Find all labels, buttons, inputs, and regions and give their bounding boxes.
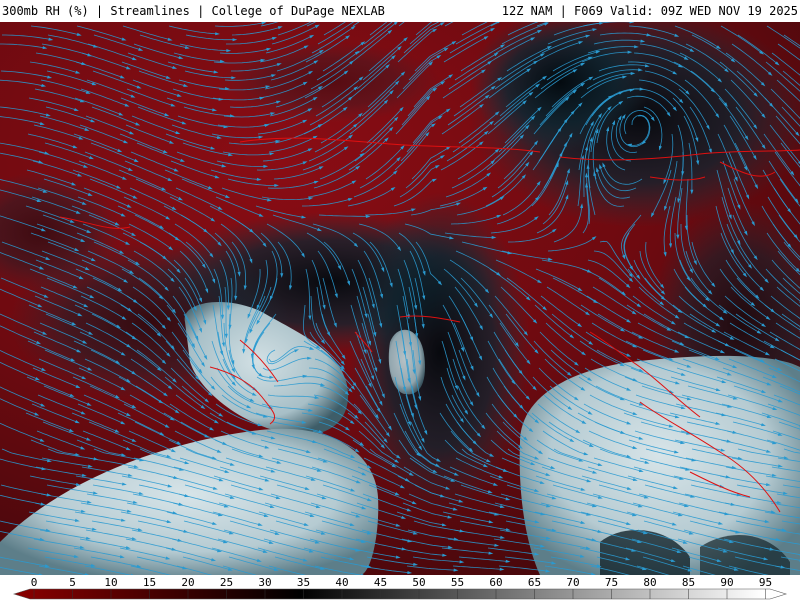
product-title: 300mb RH (%) | Streamlines | College of …: [2, 4, 385, 18]
map-header: 300mb RH (%) | Streamlines | College of …: [0, 0, 800, 22]
rh-color-legend: 0 5 10 15 20 25 30 35 40 45 50 55 60 65 70 75 80 85 90 95: [0, 575, 800, 600]
legend-color-bar: [12, 588, 788, 600]
valid-time-title: 12Z NAM | F069 Valid: 09Z WED NOV 19 202…: [501, 4, 798, 18]
rh-streamline-map: [0, 22, 800, 575]
legend-tick-labels: 0 5 10 15 20 25 30 35 40 45 50 55 60 65 70 75 80 85 90 95: [0, 576, 800, 589]
